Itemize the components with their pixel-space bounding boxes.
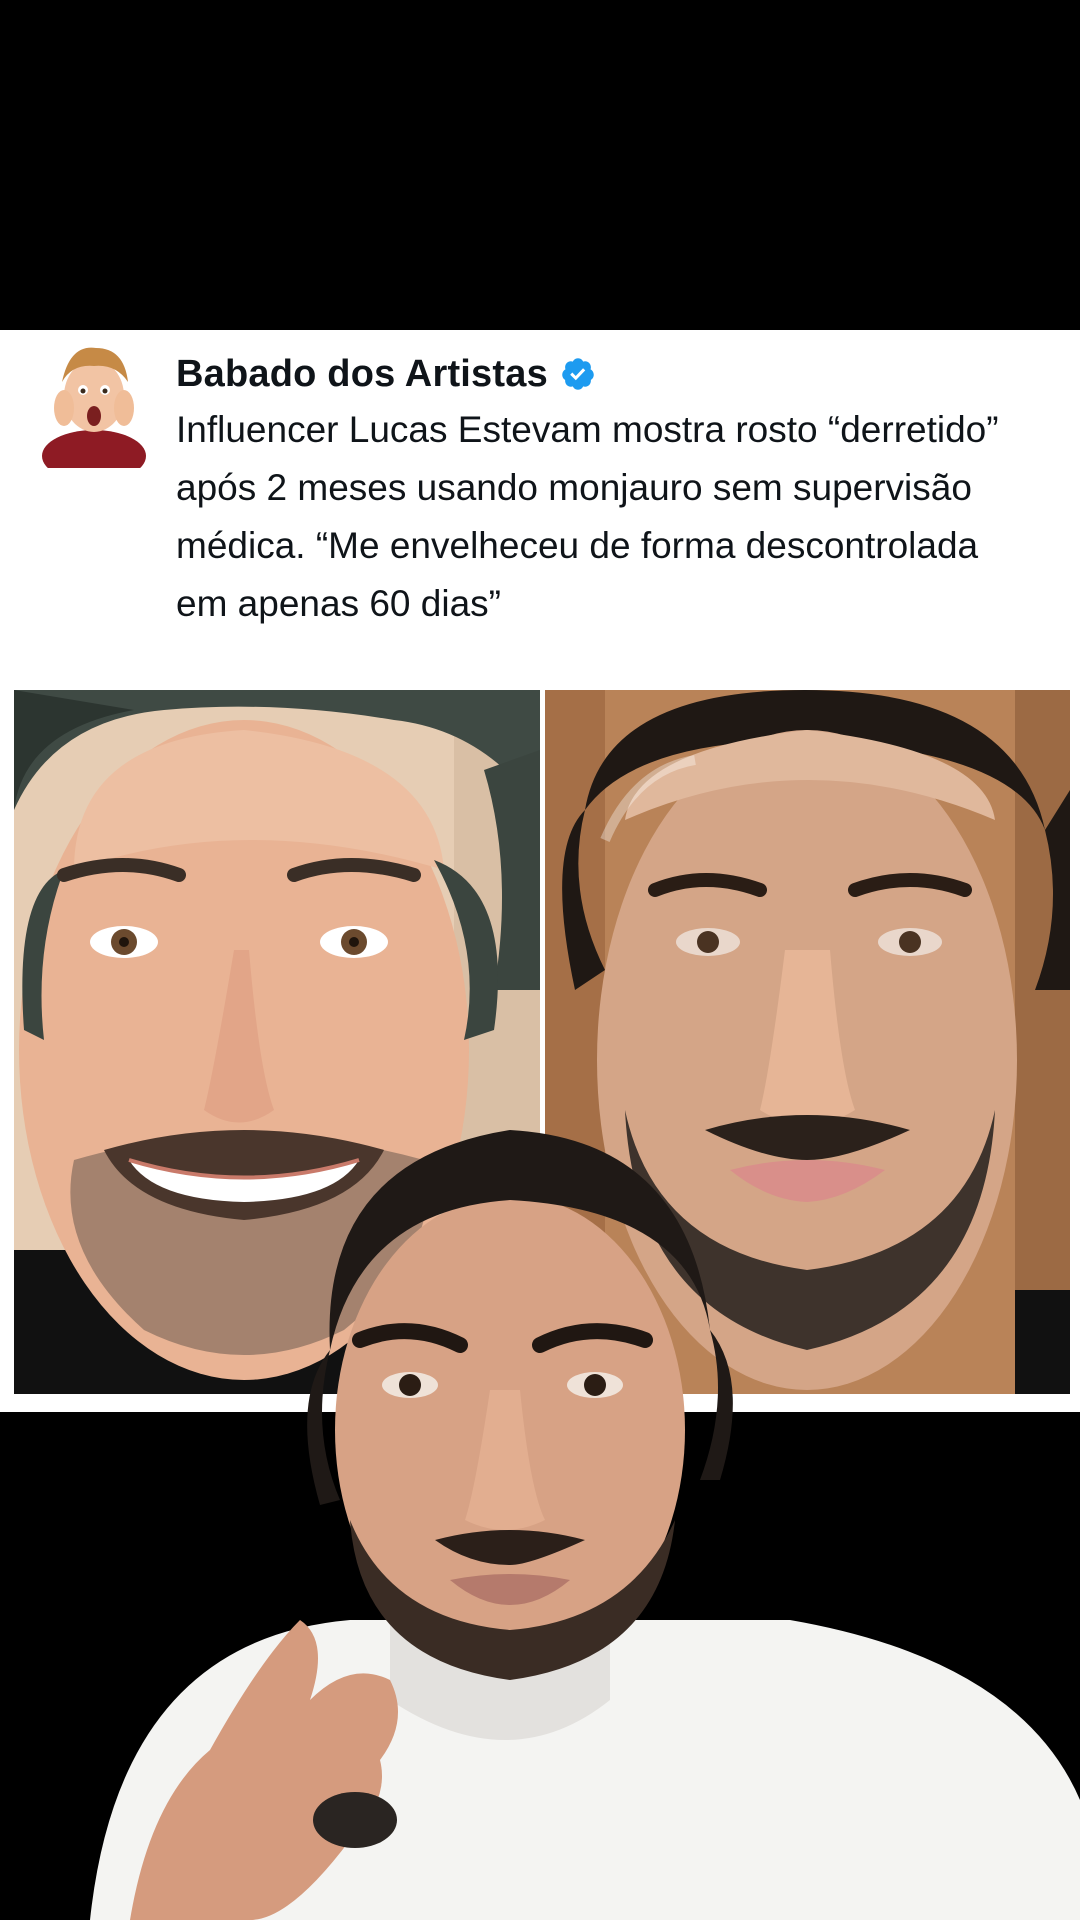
post-author: Babado dos Artistas bbox=[176, 348, 596, 400]
video-frame: Babado dos Artistas Influencer Lucas Est… bbox=[0, 0, 1080, 1920]
post-text: Influencer Lucas Estevam mostra rosto “d… bbox=[176, 409, 999, 624]
presenter-video bbox=[90, 1100, 1080, 1920]
profile-avatar[interactable] bbox=[40, 338, 148, 468]
verified-badge-icon bbox=[560, 356, 596, 392]
avatar-image bbox=[40, 338, 148, 468]
author-name[interactable]: Babado dos Artistas bbox=[176, 353, 548, 396]
